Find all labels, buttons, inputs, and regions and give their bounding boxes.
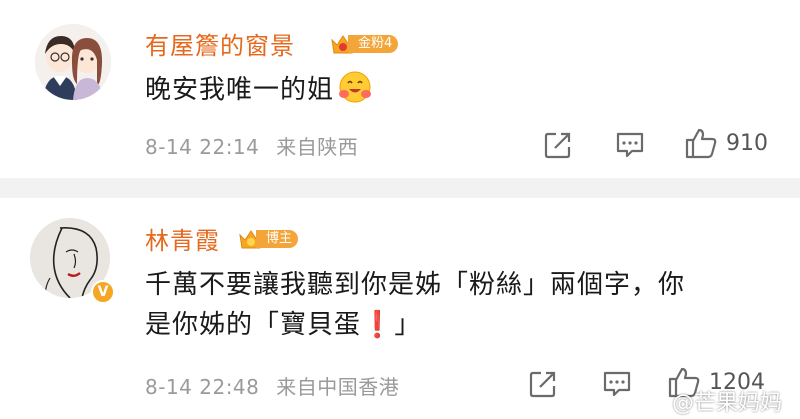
reply-button[interactable] — [601, 369, 633, 399]
fan-badge[interactable]: 金粉4 — [330, 32, 399, 56]
verified-badge-icon: V — [91, 280, 115, 304]
thumbs-up-icon — [685, 128, 717, 159]
like-count: 910 — [726, 130, 768, 156]
like-button[interactable]: 910 — [684, 126, 768, 160]
timestamp: 8-14 22:48 — [145, 375, 260, 399]
username[interactable]: 有屋簷的窗景 — [145, 26, 295, 61]
hugging-face-emoji-icon — [339, 71, 372, 103]
badge-label: 博主 — [256, 230, 299, 248]
comment-text: 晚安我唯一的姐 — [145, 70, 372, 110]
comment-icon — [603, 371, 631, 397]
comment-item: 有屋簷的窗景 金粉4 晚安我唯一的姐 8-14 22:14 来自陕西 910 — [0, 0, 800, 178]
watermark: @芒果妈妈 — [641, 385, 782, 417]
comment-divider — [0, 178, 800, 198]
timestamp: 8-14 22:14 — [145, 135, 260, 159]
comment-meta: 8-14 22:48 来自中国香港 — [145, 371, 399, 400]
share-button[interactable] — [543, 130, 573, 160]
username[interactable]: 林青霞 — [145, 221, 220, 256]
badge-label: 金粉4 — [348, 35, 399, 53]
share-icon — [529, 371, 556, 398]
comment-meta: 8-14 22:14 来自陕西 — [145, 131, 358, 160]
weibo-logo-icon — [641, 392, 667, 412]
comment-icon — [616, 132, 644, 158]
share-button[interactable] — [528, 369, 558, 399]
avatar[interactable] — [35, 24, 111, 100]
location: 来自陕西 — [276, 135, 359, 159]
reply-button[interactable] — [614, 130, 646, 160]
blogger-badge[interactable]: 博主 — [238, 227, 299, 251]
comment-text: 千萬不要讓我聽到你是姊「粉絲」兩個字，你 是你姊的「寶貝蛋❗」 — [145, 270, 686, 340]
share-icon — [544, 132, 571, 159]
exclamation-emoji-icon: ❗ — [361, 310, 395, 340]
location: 来自中国香港 — [276, 375, 400, 399]
